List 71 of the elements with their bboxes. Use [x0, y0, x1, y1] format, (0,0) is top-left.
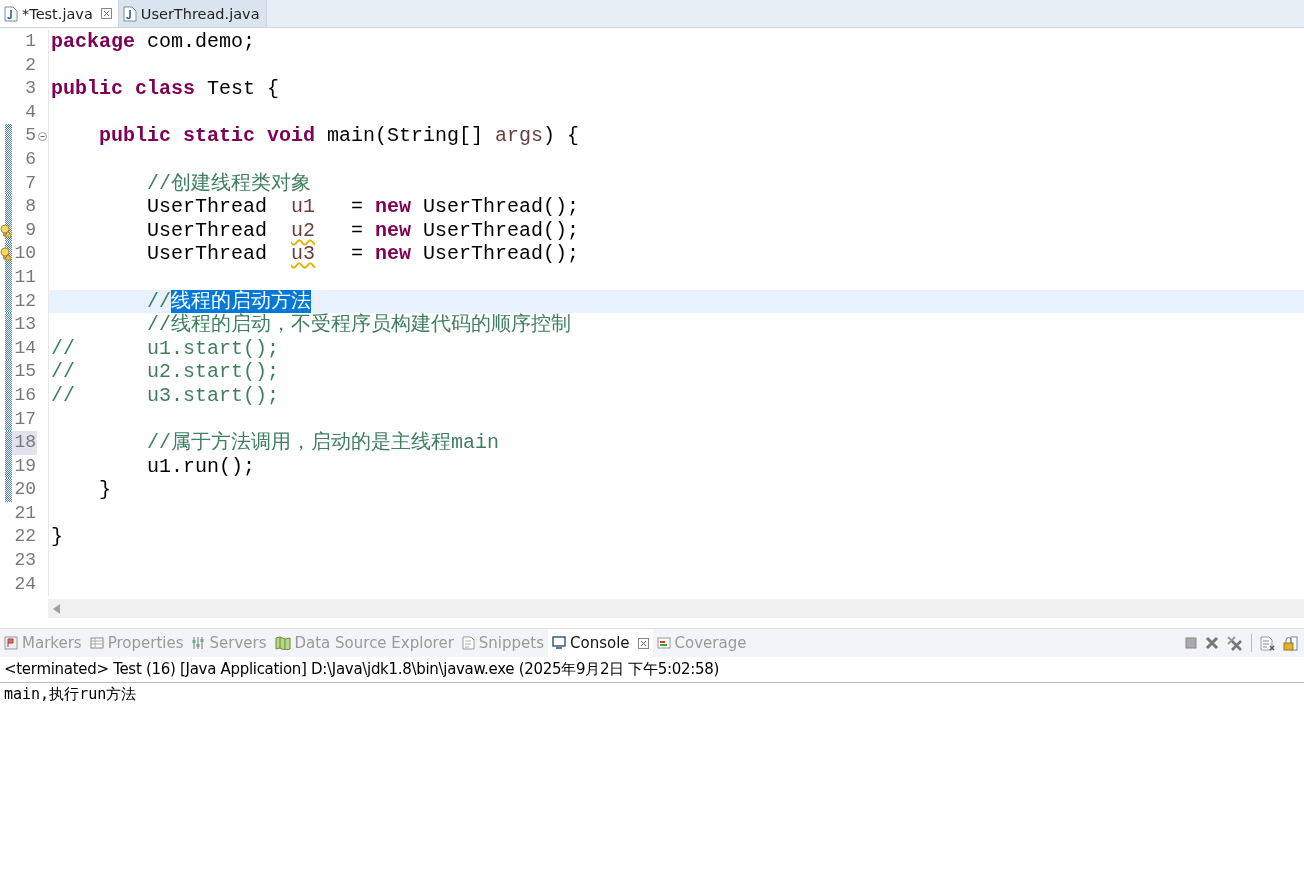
close-icon[interactable] [637, 637, 649, 649]
remove-all-icon[interactable] [1227, 635, 1243, 651]
line-number: 22 [13, 525, 37, 549]
warning-bulb-icon[interactable] [0, 247, 12, 262]
line-number: 5 [24, 124, 37, 148]
code-line: } [98, 478, 111, 502]
code-line: // u2.start(); [51, 360, 280, 384]
table-icon [89, 636, 104, 650]
line-number: 20 [13, 478, 37, 502]
line-number: 2 [24, 53, 37, 77]
warning-bulb-icon[interactable] [0, 223, 12, 238]
editor-tab[interactable]: *Test.java [0, 0, 119, 27]
line-number: 8 [24, 195, 37, 219]
document-icon [461, 636, 475, 650]
java-file-icon [4, 5, 18, 22]
code-line: package com.demo; [51, 30, 256, 54]
line-number: 16 [13, 383, 37, 407]
line-number: 23 [13, 549, 37, 573]
servers-icon [191, 636, 206, 650]
code-line: UserThread u2 = new UserThread(); [146, 218, 580, 243]
line-number: 11 [13, 265, 37, 289]
line-number: 24 [13, 572, 37, 596]
remove-icon[interactable] [1205, 636, 1219, 650]
code-line: // u1.start(); [51, 336, 280, 361]
line-number: 19 [13, 454, 37, 478]
code-line: UserThread u3 = new UserThread(); [146, 242, 580, 266]
line-number: 4 [24, 100, 37, 124]
horizontal-scrollbar[interactable] [48, 599, 1304, 618]
panel-tab[interactable]: Console [548, 629, 653, 657]
editor-tab[interactable]: UserThread.java [118, 0, 267, 27]
monitor-icon [552, 636, 566, 650]
code-line: //属于方法调用，启动的是主线程main [146, 431, 500, 455]
code-line: UserThread u1 = new UserThread(); [146, 195, 580, 219]
code-line: u1.run(); [146, 454, 256, 479]
code-line: } [51, 525, 63, 550]
scroll-lock-icon[interactable] [1283, 635, 1298, 651]
code-line: //创建线程类对象 [146, 171, 312, 196]
panel-tab[interactable]: Snippets [457, 629, 548, 657]
line-number: 15 [13, 360, 37, 384]
code-line: public static void main(String[] args) { [98, 124, 580, 148]
console-header: <terminated> Test (16) [Java Application] D:\Java\jdk1.8\bin\javaw.exe (2025年9月2日 下午5:02:58) [0, 657, 1304, 683]
map-icon [274, 636, 291, 650]
line-number: 17 [13, 407, 37, 431]
java-file-icon [122, 5, 137, 22]
code-line: public class Test { [51, 77, 280, 101]
line-number: 13 [13, 313, 37, 337]
line-number: 12 [13, 289, 37, 313]
panel-tab[interactable]: Coverage [652, 629, 751, 657]
coverage-icon [656, 636, 671, 650]
line-number: 3 [24, 77, 37, 101]
line-number: 7 [24, 171, 37, 195]
panel-tab[interactable]: Servers [187, 629, 271, 657]
clear-console-icon[interactable] [1260, 635, 1275, 651]
collapse-icon[interactable] [38, 131, 47, 141]
code-line: //线程的启动，不受程序员构建代码的顺序控制 [146, 313, 572, 337]
line-number: 6 [24, 147, 37, 171]
scroll-left-icon[interactable] [53, 603, 61, 614]
line-number: 14 [13, 336, 37, 360]
line-number: 18 [12, 431, 37, 455]
console-output: main,执行run方法 [4, 685, 137, 703]
panel-tab[interactable]: Properties [85, 629, 188, 657]
line-number: 1 [24, 30, 37, 53]
close-icon[interactable] [100, 8, 112, 19]
panel-tab[interactable]: Markers [0, 629, 86, 657]
line-number: 10 [13, 242, 37, 266]
markers-icon [4, 636, 18, 650]
panel-tab[interactable]: Data Source Explorer [270, 629, 458, 657]
line-number: 21 [13, 501, 37, 525]
line-number: 9 [24, 218, 37, 242]
code-line: // u3.start(); [51, 383, 280, 408]
stop-icon[interactable] [1185, 637, 1197, 649]
